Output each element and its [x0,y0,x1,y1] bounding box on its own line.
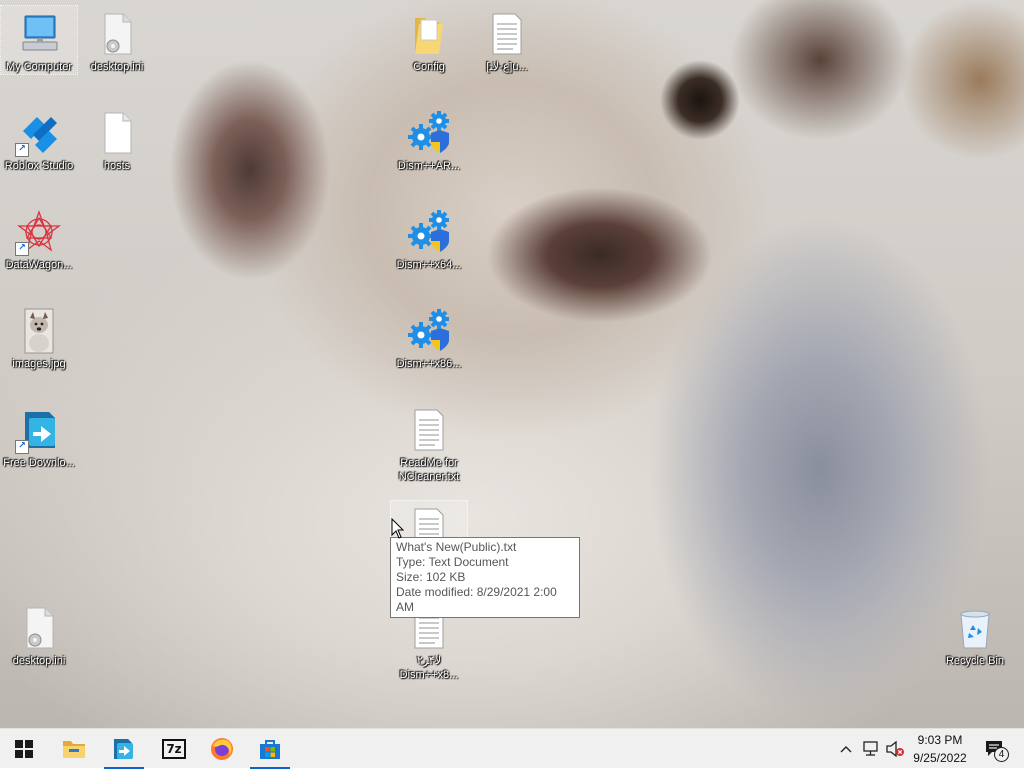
7zip-icon: 7z [162,739,186,759]
settings-file-icon [15,604,63,652]
dism-gear-shield-icon [405,307,453,355]
desktop-wallpaper[interactable]: My Computer desktop.ini ↗ Roblox Studio [0,0,1024,728]
dism-x86-icon-item[interactable]: Dism++x86... [391,303,467,371]
images-jpg-icon-item[interactable]: images.jpg [1,303,77,371]
firefox-icon [211,738,233,760]
windows-logo-icon [15,740,33,758]
7zip-button[interactable]: 7z [150,729,198,769]
roblox-studio-icon-item[interactable]: ↗ Roblox Studio [1,105,77,173]
blank-file-icon [93,109,141,157]
icon-label: Dism++x64... [396,259,462,271]
recycle-bin-icon-item[interactable]: Recycle Bin [937,600,1013,668]
icon-label: Config [413,61,445,73]
shortcut-arrow-icon: ↗ [15,143,29,157]
store-icon [260,740,280,759]
tooltip-size: Size: 102 KB [396,570,466,584]
dism-arm-icon-item[interactable]: Dism++AR... [391,105,467,173]
icon-label: desktop.ini [90,61,144,73]
tooltip-filename: What's New(Public).txt [396,540,517,554]
folder-icon [63,741,85,758]
file-explorer-button[interactable] [50,729,98,769]
dism-gear-shield-icon [405,109,453,157]
free-download-manager-button[interactable] [100,729,148,769]
folder-icon [405,10,453,58]
icon-label: images.jpg [12,358,66,370]
text-document-icon [405,505,453,537]
notification-count-badge: 4 [994,747,1009,762]
show-hidden-icons-button[interactable] [836,739,856,759]
icon-label: desktop.ini [12,655,66,667]
recycle-bin-icon [951,604,999,652]
mouse-cursor-icon [391,518,405,539]
taskbar: 7z 9:03 PM 9/25/2022 4 [0,728,1024,769]
clock[interactable]: 9:03 PM 9/25/2022 [905,731,975,767]
icon-label: Dism++AR... [397,160,461,172]
start-button[interactable] [0,729,48,769]
clock-date: 9/25/2022 [913,751,967,765]
icon-label: [‌ﻉ-ﻻﺘ]u... [486,61,528,73]
download-manager-icon [114,739,133,759]
computer-icon [15,10,63,58]
icon-label: Recycle Bin [945,655,1005,667]
volume-button[interactable] [885,739,905,759]
desktop-ini-icon-item[interactable]: desktop.ini [1,600,77,668]
free-download-icon-item[interactable]: ↗ Free Downlo... [1,402,77,484]
text-file-icon-item[interactable]: [‌ﻉ-ﻻﺘ]u... [469,6,545,74]
icon-label: hosts [103,160,131,172]
settings-file-icon [93,10,141,58]
icon-label: My Computer [5,61,73,73]
image-thumbnail-icon [15,307,63,355]
tooltip-date-modified: Date modified: 8/29/2021 2:00 AM [396,585,557,614]
tooltip-type: Type: Text Document [396,555,509,569]
icon-label: ۲ﻻ۴ﺮ Dism++x8... [399,655,459,681]
text-document-icon [483,10,531,58]
icon-label: Roblox Studio [4,160,74,172]
chevron-up-icon [840,746,852,753]
icon-label: Free Downlo... [3,457,75,469]
icon-label: Dism++x86... [396,358,462,370]
7zip-label: 7z [166,742,182,756]
icon-label: ReadMe for NCleaner.txt [398,457,460,483]
text-document-icon [405,406,453,454]
hosts-icon-item[interactable]: hosts [79,105,155,173]
dism-x64-icon-item[interactable]: Dism++x64... [391,204,467,272]
shortcut-arrow-icon: ↗ [15,242,29,256]
clock-time: 9:03 PM [917,733,963,747]
shortcut-arrow-icon: ↗ [15,440,29,454]
datawagon-icon-item[interactable]: ↗ DataWagon... [1,204,77,272]
microsoft-store-button[interactable] [246,729,294,769]
readme-ncleaner-icon-item[interactable]: ReadMe for NCleaner.txt [391,402,467,484]
firefox-button[interactable] [198,729,246,769]
icon-label: DataWagon... [5,259,73,271]
action-center-button[interactable]: 4 [982,739,1009,762]
network-button[interactable] [861,739,881,759]
file-tooltip: What's New(Public).txt Type: Text Docume… [390,537,580,618]
desktop-ini-icon-item[interactable]: desktop.ini [79,6,155,74]
network-ethernet-icon [863,741,878,756]
volume-muted-icon [886,741,904,757]
dism-gear-shield-icon [405,208,453,256]
config-folder-icon-item[interactable]: Config [391,6,467,74]
my-computer-icon-item[interactable]: My Computer [0,5,78,75]
